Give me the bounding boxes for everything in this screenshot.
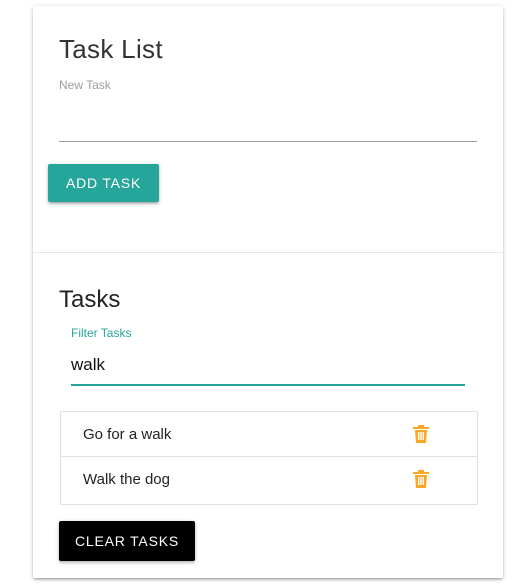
trash-icon[interactable] — [413, 470, 429, 488]
task-card: Task List New Task ADD TASK Tasks Filter… — [33, 6, 503, 578]
filter-tasks-input[interactable] — [71, 346, 465, 386]
tasks-title: Tasks — [59, 286, 121, 313]
task-list-item: Go for a walk — [61, 412, 477, 457]
filter-tasks-label: Filter Tasks — [71, 326, 132, 340]
task-text: Walk the dog — [83, 471, 170, 488]
task-list-item: Walk the dog — [61, 457, 477, 502]
trash-icon[interactable] — [413, 425, 429, 443]
section-divider — [33, 252, 503, 253]
new-task-input[interactable] — [59, 101, 477, 142]
clear-tasks-button[interactable]: CLEAR TASKS — [59, 521, 195, 561]
add-task-button[interactable]: ADD TASK — [48, 164, 159, 202]
new-task-label: New Task — [59, 78, 111, 92]
page-title: Task List — [59, 34, 163, 64]
task-text: Go for a walk — [83, 426, 172, 443]
task-list: Go for a walk Walk the dog — [60, 411, 478, 505]
